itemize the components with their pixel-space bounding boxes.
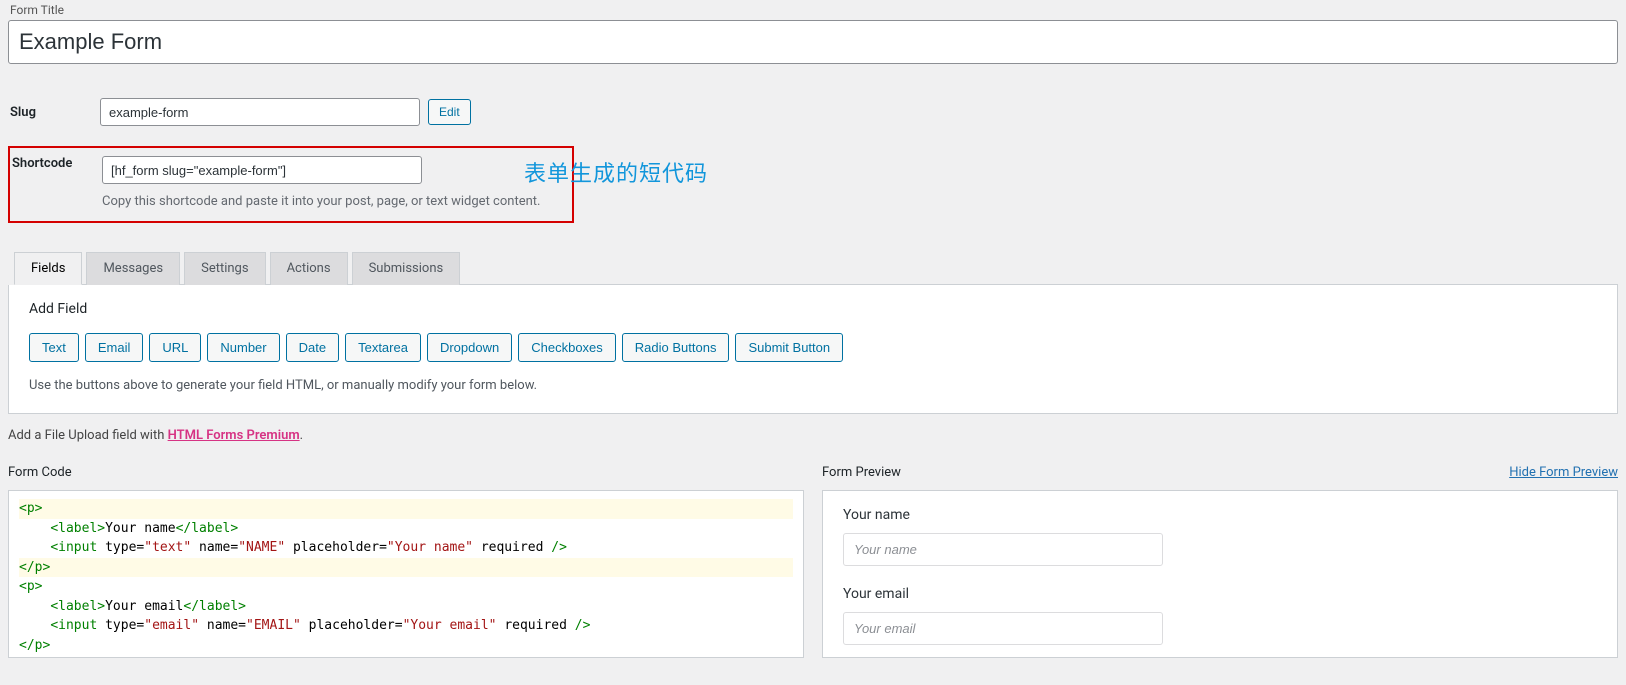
form-preview-title: Form Preview bbox=[822, 465, 901, 480]
add-field-textarea-button[interactable]: Textarea bbox=[345, 333, 421, 362]
form-title-input[interactable] bbox=[8, 20, 1618, 64]
preview-input[interactable] bbox=[843, 533, 1163, 566]
form-code-title: Form Code bbox=[8, 465, 72, 480]
preview-input[interactable] bbox=[843, 612, 1163, 645]
add-field-checkboxes-button[interactable]: Checkboxes bbox=[518, 333, 616, 362]
shortcode-input[interactable] bbox=[102, 156, 422, 184]
edit-slug-button[interactable]: Edit bbox=[428, 99, 471, 125]
add-field-date-button[interactable]: Date bbox=[286, 333, 339, 362]
tab-messages[interactable]: Messages bbox=[86, 252, 180, 285]
add-field-heading: Add Field bbox=[29, 301, 1597, 317]
form-title-label: Form Title bbox=[0, 0, 1626, 20]
upload-note-suffix: . bbox=[300, 428, 303, 443]
html-forms-premium-link[interactable]: HTML Forms Premium bbox=[168, 428, 300, 443]
hide-form-preview-link[interactable]: Hide Form Preview bbox=[1509, 465, 1618, 480]
file-upload-note: Add a File Upload field with HTML Forms … bbox=[8, 428, 1618, 443]
tab-fields[interactable]: Fields bbox=[14, 252, 82, 285]
form-code-editor[interactable]: <p> <label>Your name</label> <input type… bbox=[8, 490, 804, 658]
tabs-nav: FieldsMessagesSettingsActionsSubmissions bbox=[14, 251, 1618, 285]
form-preview-panel: Your name Your email bbox=[822, 490, 1618, 658]
slug-input[interactable] bbox=[100, 98, 420, 126]
annotation-text: 表单生成的短代码 bbox=[524, 156, 708, 188]
shortcode-help-text: Copy this shortcode and paste it into yo… bbox=[12, 184, 570, 209]
add-field-url-button[interactable]: URL bbox=[149, 333, 201, 362]
slug-label: Slug bbox=[10, 105, 100, 120]
fields-panel: Add Field TextEmailURLNumberDateTextarea… bbox=[8, 285, 1618, 414]
preview-label: Your email bbox=[843, 586, 1597, 602]
upload-note-prefix: Add a File Upload field with bbox=[8, 428, 168, 443]
add-field-submit-button-button[interactable]: Submit Button bbox=[735, 333, 843, 362]
tab-actions[interactable]: Actions bbox=[270, 252, 348, 285]
add-field-email-button[interactable]: Email bbox=[85, 333, 144, 362]
tab-submissions[interactable]: Submissions bbox=[352, 252, 461, 285]
shortcode-highlight-box: Shortcode Copy this shortcode and paste … bbox=[8, 146, 574, 223]
add-field-radio-buttons-button[interactable]: Radio Buttons bbox=[622, 333, 730, 362]
add-field-text-button[interactable]: Text bbox=[29, 333, 79, 362]
fields-panel-help: Use the buttons above to generate your f… bbox=[29, 378, 1597, 393]
preview-label: Your name bbox=[843, 507, 1597, 523]
field-type-buttons: TextEmailURLNumberDateTextareaDropdownCh… bbox=[29, 333, 1597, 362]
add-field-dropdown-button[interactable]: Dropdown bbox=[427, 333, 512, 362]
shortcode-label: Shortcode bbox=[12, 156, 102, 171]
tab-settings[interactable]: Settings bbox=[184, 252, 265, 285]
add-field-number-button[interactable]: Number bbox=[207, 333, 279, 362]
